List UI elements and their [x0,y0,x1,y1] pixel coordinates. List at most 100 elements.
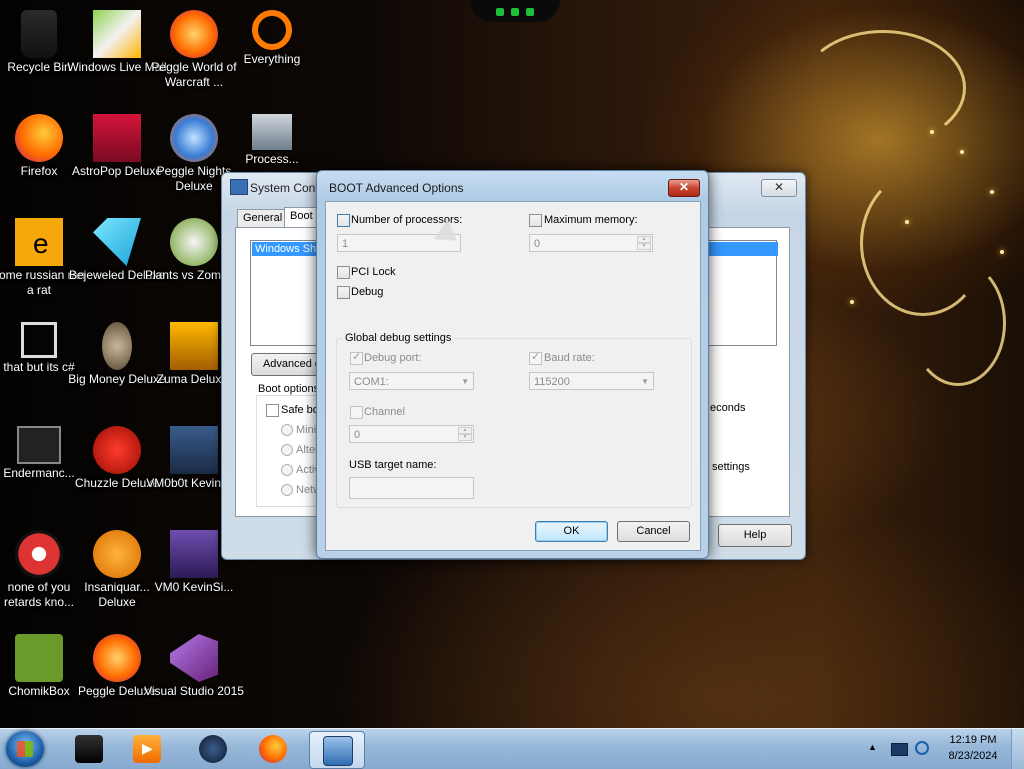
close-button[interactable]: ✕ [668,179,700,197]
clock-date[interactable]: 8/23/2024 [940,750,1006,762]
baud-rate-value: 115200 [534,376,570,388]
close-button[interactable]: ✕ [761,179,797,197]
taskbar-app-system-configuration[interactable] [309,731,365,769]
cancel-button[interactable]: Cancel [617,521,690,542]
monitor-icon [17,426,61,464]
pci-lock-label: PCI Lock [351,266,396,278]
desktop-icon-process[interactable]: Process... [222,108,322,167]
show-hidden-icons-button[interactable]: ▲ [868,742,877,752]
taskbar: ▶ ▲ 12:19 PM 8/23/2024 [0,728,1024,769]
chuzzle-icon [93,426,141,474]
process-icon [252,114,292,150]
peggle-icon [170,114,218,162]
maximum-memory-input[interactable]: 0 ▲ ▼ [529,234,653,252]
maximum-memory-checkbox[interactable] [529,214,542,227]
usb-target-name-label: USB target name: [349,459,437,471]
baud-rate-label: Baud rate: [544,352,595,364]
search-icon [252,10,292,50]
network-radio[interactable] [281,484,293,496]
network-icon[interactable] [891,743,908,756]
taskbar-app-windows-media-player[interactable]: ▶ [120,731,174,767]
boot-advanced-options-dialog: BOOT Advanced Options ✕ Number of proces… [316,170,709,559]
global-debug-settings-label: Global debug settings [342,332,455,344]
sparkle [990,190,994,194]
taskbar-app-firefox[interactable] [246,731,300,767]
file-icon: e [15,218,63,266]
chomikbox-icon [15,634,63,682]
peggle-icon [93,634,141,682]
channel-value: 0 [354,429,361,441]
play-icon: ▶ [133,735,161,763]
debug-port-checkbox[interactable] [350,350,363,365]
system-configuration-icon [230,179,248,195]
media-player-icon [75,735,103,763]
desktop-icon-visual-studio[interactable]: Visual Studio 2015 [144,628,244,699]
plant-icon [170,218,218,266]
channel-spinner[interactable]: ▲ ▼ [458,427,472,441]
dialog-client-area: Number of processors: 1 Maximum memory: … [325,201,701,551]
gem-icon [93,218,141,266]
update-icon[interactable] [915,741,929,755]
vm-icon [170,530,218,578]
vm-icon [170,426,218,474]
minimal-radio[interactable] [281,424,293,436]
zuma-icon [170,322,218,370]
number-of-processors-value: 1 [342,238,349,250]
show-desktop-button[interactable] [1011,729,1024,769]
pci-lock-checkbox[interactable] [337,266,350,279]
baud-rate-checkbox[interactable] [529,350,542,365]
mail-icon [93,10,141,58]
alternate-shell-radio[interactable] [281,444,293,456]
active-directory-radio[interactable] [281,464,293,476]
sparkle [960,150,964,154]
baud-rate-select[interactable]: 115200 ▼ [529,372,654,390]
tab-boot[interactable]: Boot [284,207,319,229]
chevron-down-icon: ▼ [461,377,469,386]
safe-boot-checkbox[interactable] [266,404,279,417]
taskbar-app-steam[interactable] [186,731,240,767]
sparkle [1000,250,1004,254]
system-configuration-icon [323,736,353,766]
clock-time[interactable]: 12:19 PM [940,734,1006,746]
window-title: System Conf [250,181,319,195]
debug-label: Debug [351,286,384,298]
usb-target-name-input[interactable] [349,477,474,499]
help-button[interactable]: Help [718,524,792,547]
peggle-icon [170,10,218,58]
steam-icon [199,735,227,763]
astropop-icon [93,114,141,162]
number-of-processors-checkbox[interactable] [337,214,350,227]
debug-port-label: Debug port: [364,352,422,364]
maximum-memory-label: Maximum memory: [544,214,638,226]
ok-button[interactable]: OK [535,521,608,542]
chevron-down-icon: ▼ [641,377,649,386]
sparkle [930,130,934,134]
safe-boot-label: Safe bo [281,404,319,416]
start-button[interactable] [6,731,44,767]
shortcut-icon [21,322,57,358]
firefox-icon [259,735,287,763]
tab-general[interactable]: General [237,209,289,228]
channel-input[interactable]: 0 ▲ ▼ [349,425,474,443]
fish-icon [93,530,141,578]
wallpaper-swirl [800,30,966,146]
channel-checkbox[interactable] [350,406,363,419]
wallpaper-swirl [910,260,1006,386]
desktop-icon-everything[interactable]: Everything [222,4,322,67]
recycle-bin-icon [21,10,57,58]
make-boot-settings-permanent-label: settings [712,461,750,473]
sparkle [850,300,854,304]
chrome-icon [15,530,63,578]
timeout-seconds-label: econds [710,402,746,414]
top-notch-decoration [470,0,560,22]
taskbar-app-media[interactable] [62,731,116,767]
maximum-memory-spinner[interactable]: ▲ ▼ [637,236,651,250]
maximum-memory-value: 0 [534,238,541,250]
channel-label: Channel [364,406,405,418]
debug-checkbox[interactable] [337,286,350,299]
sparkle [905,220,909,224]
visual-studio-icon [170,634,218,682]
windows-logo-icon [17,741,33,757]
debug-port-value: COM1: [354,376,389,388]
debug-port-select[interactable]: COM1: ▼ [349,372,474,390]
